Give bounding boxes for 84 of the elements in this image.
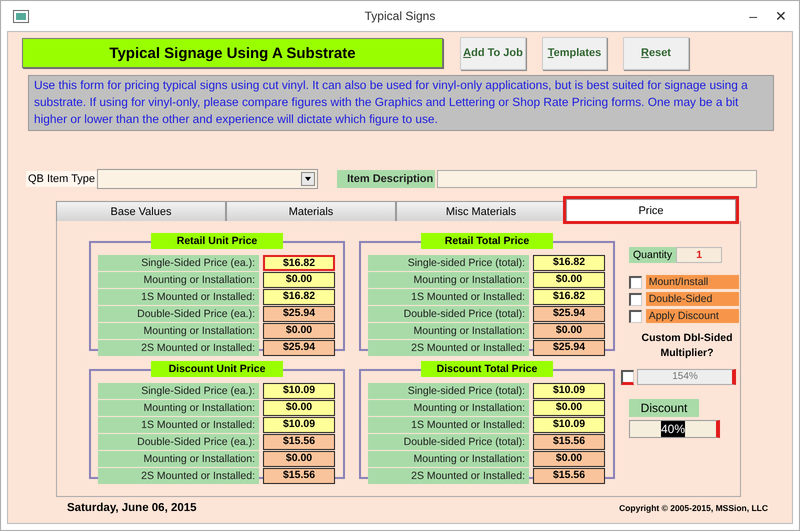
field-label: Item Description xyxy=(337,170,436,188)
quantity-field[interactable]: 1 xyxy=(676,247,722,263)
price-label: Single-sided Price (total): xyxy=(368,383,529,399)
checkbox[interactable] xyxy=(629,276,642,288)
price-label: Mounting or Installation: xyxy=(98,272,259,288)
price-label: 2S Mounted or Installed: xyxy=(98,340,259,356)
price-label: Double-sided Price (total): xyxy=(368,434,529,450)
price-value[interactable]: $10.09 xyxy=(533,383,605,399)
option-label: Double-Sided xyxy=(646,292,739,306)
price-value[interactable]: $0.00 xyxy=(263,400,335,416)
group-title: Retail Total Price xyxy=(421,233,553,249)
price-value[interactable]: $25.94 xyxy=(263,306,335,322)
price-label: 1S Mounted or Installed: xyxy=(368,417,529,433)
price-label: 2S Mounted or Installed: xyxy=(98,468,259,484)
tab[interactable]: Misc Materials xyxy=(396,201,566,221)
discount-field[interactable]: 40% xyxy=(629,420,720,438)
price-label: Double-sided Price (total): xyxy=(368,306,529,322)
price-value[interactable]: $10.09 xyxy=(533,417,605,433)
tab[interactable]: Base Values xyxy=(56,201,226,221)
tab[interactable]: Materials xyxy=(226,201,396,221)
price-value[interactable]: $25.94 xyxy=(533,340,605,356)
group-title: Retail Unit Price xyxy=(151,233,283,249)
price-label: 1S Mounted or Installed: xyxy=(98,417,259,433)
price-value[interactable]: $15.56 xyxy=(533,434,605,450)
item-description-field[interactable] xyxy=(437,170,758,188)
action-button[interactable]: Templates xyxy=(542,36,607,70)
price-value[interactable]: $16.82 xyxy=(533,255,605,271)
window-title: Typical Signs xyxy=(364,9,436,23)
tab[interactable]: Price xyxy=(566,199,736,221)
date-text: Saturday, June 06, 2015 xyxy=(67,502,197,514)
form-icon xyxy=(13,10,29,22)
price-value[interactable]: $16.82 xyxy=(533,289,605,305)
price-value[interactable]: $0.00 xyxy=(533,400,605,416)
group-title: Discount Total Price xyxy=(421,361,553,377)
quantity-label: Quantity xyxy=(629,247,676,263)
price-label: Single-Sided Price (ea.): xyxy=(98,255,259,271)
price-label: 2S Mounted or Installed: xyxy=(368,340,529,356)
price-value[interactable]: $0.00 xyxy=(533,323,605,339)
price-value[interactable]: $0.00 xyxy=(533,272,605,288)
price-label: 1S Mounted or Installed: xyxy=(98,289,259,305)
description-text: Use this form for pricing typical signs using cut vinyl. It can also be used for vinyl-only applications, but is best suited for signage using a substrate. If using for vinyl-only, please compare figures with the Graphics and Lettering or Shop Rate Pricing forms. One may be a bit higher or lower than the other and experience will dictate which figure to use. xyxy=(28,75,774,131)
price-label: Mounting or Installation: xyxy=(368,272,529,288)
price-label: Mounting or Installation: xyxy=(368,451,529,467)
price-label: Mounting or Installation: xyxy=(98,451,259,467)
price-value[interactable]: $15.56 xyxy=(533,468,605,484)
price-label: Double-Sided Price (ea.): xyxy=(98,434,259,450)
minimize-button[interactable]: – xyxy=(749,8,757,24)
price-value[interactable]: $10.09 xyxy=(263,383,335,399)
checkbox[interactable] xyxy=(629,292,642,306)
price-value[interactable]: $10.09 xyxy=(263,417,335,433)
price-label: Mounting or Installation: xyxy=(98,323,259,339)
price-label: Mounting or Installation: xyxy=(368,400,529,416)
price-value[interactable]: $15.56 xyxy=(263,468,335,484)
multiplier-label: Custom Dbl-Sided Multiplier? xyxy=(640,331,734,361)
group-title: Discount Unit Price xyxy=(151,361,283,377)
price-value[interactable]: $0.00 xyxy=(263,451,335,467)
price-label: Mounting or Installation: xyxy=(98,400,259,416)
price-label: Single-sided Price (total): xyxy=(368,255,529,271)
discount-label: Discount xyxy=(629,399,699,417)
price-value[interactable]: $0.00 xyxy=(263,272,335,288)
price-label: Mounting or Installation: xyxy=(368,323,529,339)
price-label: 1S Mounted or Installed: xyxy=(368,289,529,305)
price-value[interactable]: $0.00 xyxy=(263,323,335,339)
price-value[interactable]: $25.94 xyxy=(263,340,335,356)
price-label: 2S Mounted or Installed: xyxy=(368,468,529,484)
checkbox[interactable] xyxy=(621,370,634,384)
field-label: QB Item Type xyxy=(26,171,98,187)
price-label: Double-Sided Price (ea.): xyxy=(98,306,259,322)
price-label: Single-Sided Price (ea.): xyxy=(98,383,259,399)
price-value[interactable]: $16.82 xyxy=(263,289,335,305)
action-button[interactable]: Reset xyxy=(623,36,689,70)
price-value[interactable]: $15.56 xyxy=(263,434,335,450)
close-button[interactable]: ✕ xyxy=(775,8,787,24)
item-type-dropdown[interactable] xyxy=(97,169,318,189)
price-value[interactable]: $16.82 xyxy=(263,255,335,271)
price-value[interactable]: $25.94 xyxy=(533,306,605,322)
option-label: Apply Discount xyxy=(646,309,739,323)
option-label: Mount/Install xyxy=(646,275,739,289)
multiplier-field[interactable]: 154% xyxy=(637,369,736,385)
price-value[interactable]: $0.00 xyxy=(533,451,605,467)
action-button[interactable]: Add To Job xyxy=(460,36,526,70)
checkbox[interactable] xyxy=(629,310,642,322)
form-header: Typical Signage Using A Substrate xyxy=(22,38,443,68)
copyright-text: Copyright © 2005-2015, MSSion, LLC xyxy=(619,503,768,513)
